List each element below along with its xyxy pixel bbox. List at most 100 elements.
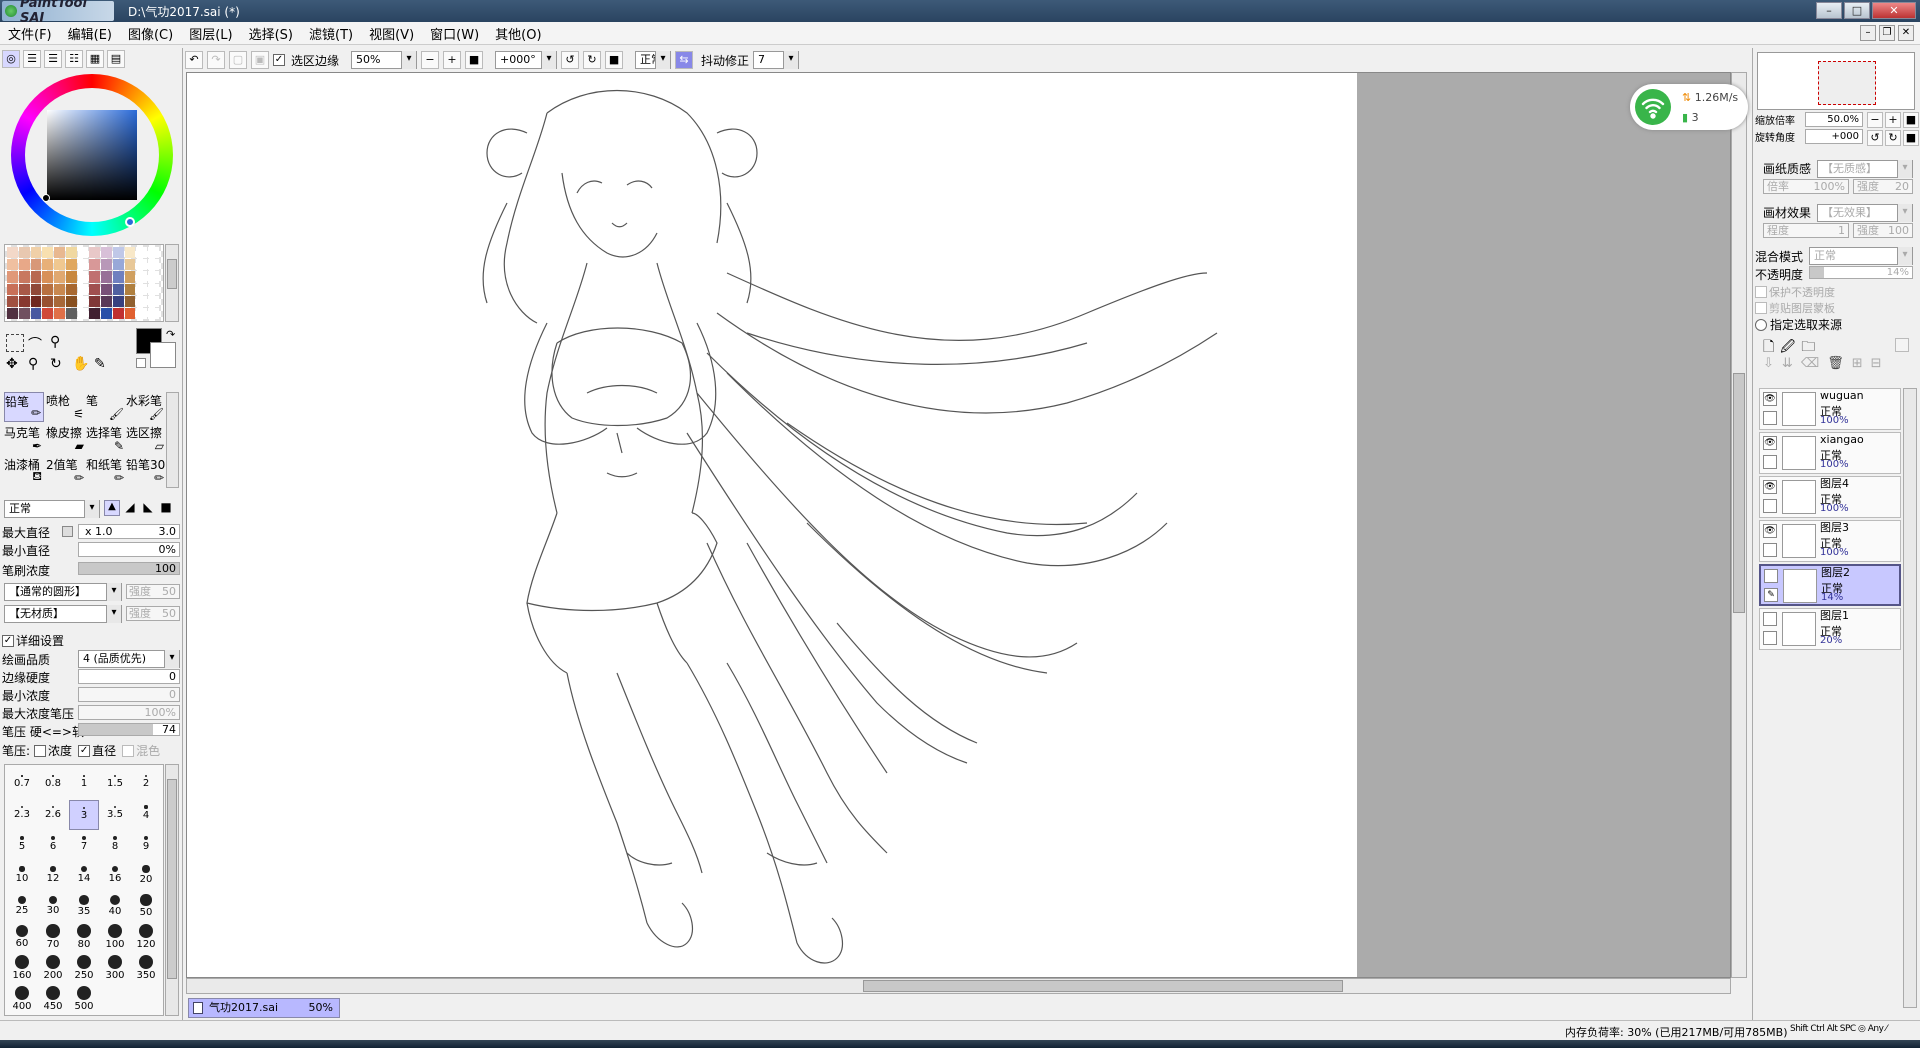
- paper-texture-combo[interactable]: 【无质感】: [1817, 160, 1913, 178]
- paper-effect-combo[interactable]: 【无效果】: [1817, 204, 1913, 222]
- mdi-restore-button[interactable]: ❐: [1879, 25, 1895, 41]
- rotate-reset-icon[interactable]: ■: [605, 51, 624, 69]
- brush-shape-square-icon[interactable]: ■: [158, 500, 174, 516]
- layer-visibility-eye-icon[interactable]: 👁: [1763, 480, 1777, 494]
- swap-colors-icon[interactable]: ↷: [166, 328, 175, 341]
- saturation-value-square[interactable]: [47, 110, 137, 200]
- layer-item[interactable]: 👁 图层3 正常 100%: [1759, 520, 1901, 562]
- menu-other[interactable]: 其他(O): [487, 24, 549, 43]
- transfer-down-icon[interactable]: ⇩: [1763, 356, 1774, 371]
- brush-mode-combo[interactable]: 正常: [4, 500, 100, 518]
- layer-list-scrollbar[interactable]: [1903, 388, 1917, 1008]
- zoom-out-icon[interactable]: −: [421, 51, 440, 69]
- brush-shape-flat-icon[interactable]: ▲: [104, 500, 120, 516]
- deselect-icon[interactable]: ▢: [229, 51, 247, 69]
- brush-texture-combo[interactable]: 【无材质】: [4, 605, 122, 623]
- layer-visibility-eye-icon[interactable]: 👁: [1763, 524, 1777, 538]
- quality-combo[interactable]: 4 (品质优先): [78, 650, 180, 668]
- brush-size-cell[interactable]: 35: [69, 893, 99, 923]
- close-button[interactable]: ✕: [1872, 2, 1916, 19]
- tool-bucket[interactable]: 油漆桶 ⛾: [4, 456, 44, 486]
- brush-size-cell[interactable]: 250: [69, 955, 99, 985]
- brush-size-cell[interactable]: 0.8: [38, 769, 68, 799]
- menu-file[interactable]: 文件(F): [0, 24, 60, 43]
- layer-lock-icon[interactable]: [1763, 411, 1777, 425]
- tool-binary-pen[interactable]: 2值笔 ✏: [46, 456, 86, 486]
- tool-watercolor[interactable]: 水彩笔 🖌: [126, 392, 166, 422]
- undo-icon[interactable]: ↶: [185, 51, 203, 69]
- nav-rotate-left-icon[interactable]: ↺: [1867, 130, 1883, 146]
- brush-shape-soft-icon[interactable]: ◣: [140, 500, 156, 516]
- brush-size-cell[interactable]: 350: [131, 955, 161, 985]
- navigator-preview[interactable]: [1757, 52, 1915, 110]
- brush-size-cell[interactable]: 400: [7, 986, 37, 1015]
- layer-lock-icon[interactable]: [1763, 455, 1777, 469]
- layer-paint-brush-icon[interactable]: ✎: [1764, 588, 1778, 602]
- pressure-size-checkbox[interactable]: ✓: [78, 744, 91, 757]
- brush-size-cell[interactable]: 2: [131, 769, 161, 799]
- secondary-color-swatch[interactable]: [150, 342, 176, 368]
- maximize-button[interactable]: □: [1844, 2, 1870, 19]
- hsv-slider-tab-icon[interactable]: ☰: [44, 50, 62, 68]
- menu-window[interactable]: 窗口(W): [422, 24, 487, 43]
- nav-zoom-field[interactable]: 50.0%: [1805, 112, 1863, 127]
- move-icon[interactable]: ✥: [6, 356, 24, 372]
- brush-size-cell[interactable]: 16: [100, 862, 130, 892]
- advanced-settings-checkbox[interactable]: ✓: [2, 634, 14, 647]
- brush-size-cell[interactable]: 70: [38, 924, 68, 954]
- tool-select-pen[interactable]: 选择笔 ✎: [86, 424, 126, 454]
- hue-cursor[interactable]: [125, 217, 135, 227]
- brush-size-cell[interactable]: 200: [38, 955, 68, 985]
- canvas-area[interactable]: [186, 72, 1731, 978]
- brush-size-cell[interactable]: 6: [38, 831, 68, 861]
- rect-select-icon[interactable]: [6, 334, 24, 352]
- tool-pencil[interactable]: 铅笔 ✏: [4, 392, 44, 422]
- vscroll-thumb[interactable]: [1733, 373, 1745, 613]
- hscroll-thumb[interactable]: [863, 980, 1343, 992]
- tool-grid-scrollbar[interactable]: [166, 392, 179, 488]
- brush-size-cell[interactable]: 300: [100, 955, 130, 985]
- tool-airbrush[interactable]: 喷枪 ⚟: [46, 392, 86, 422]
- brush-size-cell[interactable]: 30: [38, 893, 68, 923]
- brush-size-cell[interactable]: 40: [100, 893, 130, 923]
- texture-strength-field[interactable]: 强度 50: [126, 606, 180, 621]
- density-slider[interactable]: 100: [78, 562, 180, 575]
- drawing-paper[interactable]: [187, 73, 1357, 977]
- canvas-vertical-scrollbar[interactable]: [1731, 72, 1747, 978]
- layer-lock-icon[interactable]: [1763, 631, 1777, 645]
- brush-size-cell[interactable]: 160: [7, 955, 37, 985]
- delete-layer-icon[interactable]: 🗑: [1827, 356, 1844, 371]
- layer-item[interactable]: 👁 wuguan 正常 100%: [1759, 388, 1901, 430]
- layer-opacity-slider[interactable]: 14%: [1809, 266, 1913, 279]
- effect-width-field[interactable]: 强度 100: [1853, 223, 1913, 238]
- brush-size-cell[interactable]: 60: [7, 924, 37, 954]
- shape-strength-field[interactable]: 强度 50: [126, 584, 180, 599]
- preserve-opacity-checkbox[interactable]: [1755, 286, 1767, 298]
- minimize-button[interactable]: –: [1816, 2, 1842, 19]
- color-mixer-tab-icon[interactable]: ☷: [65, 50, 83, 68]
- zoom-reset-icon[interactable]: ■: [465, 51, 484, 69]
- stabilizer-combo[interactable]: 7: [753, 51, 800, 69]
- brush-size-cell[interactable]: 14: [69, 862, 99, 892]
- rotate-left-icon[interactable]: ↺: [561, 51, 580, 69]
- color-wheel-tab-icon[interactable]: ◎: [2, 50, 20, 68]
- swatches-tab-icon[interactable]: ▦: [86, 50, 104, 68]
- tool-marker[interactable]: 马克笔 ✒: [4, 424, 44, 454]
- tool-select-eraser[interactable]: 选区擦 ▱: [126, 424, 166, 454]
- nav-rotate-reset-icon[interactable]: ■: [1903, 130, 1919, 146]
- pressure-slider[interactable]: 74: [78, 723, 180, 736]
- tool-brush[interactable]: 笔 🖌: [86, 392, 126, 422]
- menu-edit[interactable]: 编辑(E): [60, 24, 120, 43]
- tool-eraser[interactable]: 橡皮擦 ▰: [46, 424, 86, 454]
- nav-rotate-right-icon[interactable]: ↻: [1885, 130, 1901, 146]
- sv-cursor[interactable]: [42, 194, 50, 202]
- document-tab[interactable]: 气功2017.sai 50%: [188, 998, 340, 1018]
- rotate-tool-icon[interactable]: ↻: [50, 356, 68, 372]
- select-edge-checkbox[interactable]: ✓: [273, 54, 285, 66]
- layer-blend-combo[interactable]: 正常: [1809, 247, 1913, 265]
- brush-size-cell[interactable]: 1: [69, 769, 99, 799]
- brush-size-cell[interactable]: 12: [38, 862, 68, 892]
- color-swatches[interactable]: [4, 244, 164, 322]
- brush-size-cell[interactable]: 3.5: [100, 800, 130, 830]
- layer-menu-icon[interactable]: [1895, 338, 1909, 352]
